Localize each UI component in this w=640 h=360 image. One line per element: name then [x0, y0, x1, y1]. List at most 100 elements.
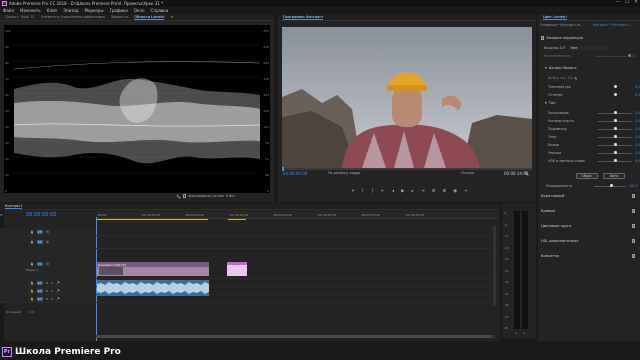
lumetri-section[interactable]: Виньетка — [541, 254, 636, 259]
go-to-in-icon[interactable]: ⇤ — [381, 189, 385, 194]
lock-icon[interactable]: 🔒 — [30, 230, 34, 234]
track-name[interactable]: A3 — [36, 296, 43, 301]
temperature-value[interactable]: 0,0 — [635, 85, 640, 89]
lock-icon[interactable]: 🔒 — [30, 240, 34, 244]
solo-icon[interactable]: S — [51, 297, 53, 301]
section-basic-correction[interactable]: Базовая коррекция — [541, 36, 583, 40]
auto-button[interactable]: Авто — [603, 173, 625, 179]
tab-project[interactable]: Проект: Урок 31 — [5, 15, 35, 19]
tone-slider[interactable] — [597, 143, 632, 147]
temperature-slider[interactable] — [597, 85, 632, 89]
timeline-ruler[interactable]: 00:00 00:00:05:00 00:00:10:00 00:00:15:00 00… — [96, 211, 498, 219]
menu-graphics[interactable]: Графика — [110, 8, 128, 13]
tint-slider[interactable] — [597, 93, 632, 97]
step-back-icon[interactable]: ◂ — [392, 189, 394, 194]
tone-value[interactable]: 0,0 — [635, 135, 640, 139]
tab-lumetri-scopes[interactable]: Области Lumetri — [134, 15, 165, 20]
lumetri-section[interactable]: HSL дополнительно — [541, 239, 636, 244]
eye-icon[interactable]: 👁 — [46, 262, 50, 266]
tone-slider[interactable] — [597, 119, 632, 123]
lumetri-section-checkbox[interactable] — [631, 194, 636, 198]
tone-value[interactable]: 0,0 — [635, 111, 640, 115]
track-name[interactable]: V3 — [36, 229, 43, 234]
audio-clip[interactable] — [97, 280, 209, 296]
timeline-vscrollbar[interactable] — [493, 226, 496, 306]
menu-help[interactable]: Справка — [151, 8, 169, 13]
lift-icon[interactable]: ⊟ — [432, 189, 436, 194]
meter-solo-right[interactable]: S — [523, 331, 525, 335]
timeline-hscrollbar[interactable] — [96, 335, 496, 338]
lumetri-section-checkbox[interactable] — [631, 224, 636, 228]
graphic-clip[interactable] — [227, 262, 247, 276]
menu-edit[interactable]: Изменить — [20, 8, 41, 13]
tab-effect-controls[interactable]: Элементы управления эффектами — [41, 15, 105, 19]
menu-sequence[interactable]: Эпизод — [63, 8, 78, 13]
mic-icon[interactable]: 🎤 — [56, 289, 60, 293]
track-name[interactable]: A1 — [36, 280, 43, 285]
lock-icon[interactable]: 🔒 — [30, 297, 34, 301]
track-name[interactable]: V1 — [36, 261, 43, 266]
zoom-select[interactable]: По размеру кадра — [328, 171, 360, 175]
work-area-bar-2[interactable] — [228, 219, 246, 221]
mic-icon[interactable]: 🎤 — [56, 281, 60, 285]
lumetri-section-checkbox[interactable] — [631, 209, 636, 213]
lumetri-section[interactable]: Цветовые круги — [541, 224, 636, 229]
menu-window[interactable]: Окно — [134, 8, 145, 13]
track-name[interactable]: V2 — [36, 240, 43, 244]
monitor-settings-icon[interactable]: 🔧 — [524, 171, 529, 176]
tab-sequence[interactable]: Контраст — [5, 204, 23, 209]
extract-icon[interactable]: ⊞ — [442, 189, 446, 194]
selection-tool-icon[interactable]: ▸ — [0, 210, 4, 219]
track-name[interactable]: A2 — [36, 288, 43, 293]
add-marker-icon[interactable]: ▾ — [352, 189, 354, 194]
tone-value[interactable]: 0,0 — [635, 151, 640, 155]
menu-markers[interactable]: Маркеры — [85, 8, 104, 13]
tone-value[interactable]: 0,0 — [635, 143, 640, 147]
tab-effects[interactable]: Эффекты — [111, 15, 129, 19]
lumetri-section-checkbox[interactable] — [631, 239, 636, 243]
solo-icon[interactable]: S — [51, 281, 53, 285]
program-timecode[interactable]: 00:00:00:00 — [283, 171, 307, 176]
mark-out-icon[interactable]: } — [371, 189, 374, 194]
meter-solo-left[interactable]: S — [515, 331, 517, 335]
playback-scrubber[interactable] — [282, 167, 532, 171]
saturation-slider[interactable] — [593, 184, 626, 188]
input-lut-select[interactable]: Нет — [568, 46, 608, 50]
mute-icon[interactable]: M — [46, 289, 49, 293]
eye-icon[interactable]: 👁 — [46, 230, 50, 234]
section-tone[interactable]: ▾ Тон — [545, 101, 556, 105]
minimize-button[interactable]: — — [616, 0, 621, 5]
tone-slider[interactable] — [597, 151, 632, 155]
go-to-out-icon[interactable]: ⇥ — [421, 189, 425, 194]
tone-value[interactable]: 0,0 — [635, 159, 640, 163]
lumetri-section[interactable]: Креативный — [541, 194, 636, 199]
menu-clip[interactable]: Клип — [47, 8, 58, 13]
master-value[interactable]: 0,0 — [29, 310, 34, 314]
mute-icon[interactable]: M — [46, 281, 49, 285]
step-forward-icon[interactable]: ▸ — [412, 189, 414, 194]
clamp-signal-checkbox[interactable] — [183, 194, 187, 198]
section-white-balance[interactable]: ▾ Баланс белого — [545, 66, 576, 70]
lumetri-clip-tab[interactable]: Контраст * Контраст.... — [593, 23, 632, 27]
lumetri-section-checkbox[interactable] — [631, 254, 636, 258]
eye-icon[interactable]: 👁 — [46, 240, 50, 244]
tone-slider[interactable] — [597, 135, 632, 139]
tone-value[interactable]: 0,0 — [635, 127, 640, 131]
mute-icon[interactable]: M — [46, 297, 49, 301]
close-button[interactable]: ✕ — [634, 0, 638, 5]
export-frame-icon[interactable]: ◉ — [453, 189, 457, 194]
tab-program[interactable]: Программа: Контраст — [283, 15, 324, 20]
scope-settings-icon[interactable]: 🔧 — [176, 194, 181, 199]
tone-slider[interactable] — [597, 159, 632, 163]
resolution-select[interactable]: Полное — [461, 171, 474, 175]
tone-slider[interactable] — [597, 127, 632, 131]
basic-correction-checkbox[interactable] — [541, 36, 545, 40]
menu-file[interactable]: Файл — [3, 8, 14, 13]
video-clip[interactable]: Контраст.mp4 [V] — [97, 262, 209, 276]
timeline-timecode[interactable]: 00:00:00:00 — [26, 212, 57, 218]
lock-icon[interactable]: 🔒 — [30, 281, 34, 285]
maximize-button[interactable]: ☐ — [625, 0, 629, 5]
saturation-value[interactable]: 100,0 — [629, 184, 638, 188]
play-icon[interactable]: ▶ — [401, 189, 404, 194]
intensity-slider[interactable] — [595, 54, 632, 58]
